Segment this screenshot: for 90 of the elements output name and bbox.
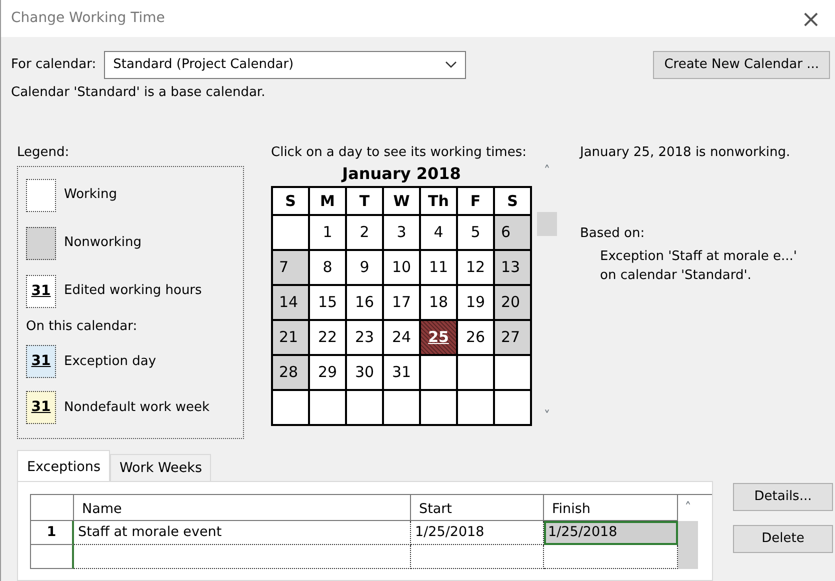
calendar-day[interactable] bbox=[495, 356, 532, 391]
calendar-day[interactable]: 12 bbox=[458, 251, 495, 286]
calendar-day[interactable]: 13 bbox=[495, 251, 532, 286]
calendar-day[interactable]: 22 bbox=[310, 321, 347, 356]
tab[interactable]: Work Weeks bbox=[110, 454, 211, 481]
calendar-day[interactable]: 31 bbox=[384, 356, 421, 391]
edited-hours-swatch: 31 bbox=[26, 274, 56, 308]
calendar-day[interactable]: 8 bbox=[310, 251, 347, 286]
calendar-day[interactable]: 7 bbox=[273, 251, 310, 286]
calendar-day[interactable] bbox=[273, 216, 310, 251]
legend-label: Nondefault work week bbox=[64, 398, 210, 417]
calendar-day[interactable]: 9 bbox=[347, 251, 384, 286]
calendar-day[interactable]: 25 bbox=[421, 321, 458, 356]
column-header: Start bbox=[411, 495, 544, 521]
table-cell[interactable] bbox=[74, 545, 411, 569]
exception-day-swatch: 31 bbox=[26, 345, 56, 378]
weekday-header: W bbox=[384, 188, 421, 216]
action-button[interactable]: Delete bbox=[733, 525, 833, 553]
calendar-dropdown[interactable]: Standard (Project Calendar) bbox=[104, 51, 466, 79]
calendar-day[interactable]: 27 bbox=[495, 321, 532, 356]
calendar-day[interactable]: 17 bbox=[384, 286, 421, 321]
weekday-header: T bbox=[347, 188, 384, 216]
calendar-day[interactable] bbox=[458, 391, 495, 426]
calendar-day[interactable] bbox=[384, 391, 421, 426]
calendar-day[interactable]: 23 bbox=[347, 321, 384, 356]
calendar-day[interactable]: 6 bbox=[495, 216, 532, 251]
calendar-day[interactable]: 29 bbox=[310, 356, 347, 391]
calendar-day[interactable]: 16 bbox=[347, 286, 384, 321]
table-cell[interactable] bbox=[411, 545, 544, 569]
based-on-detail: on calendar 'Standard'. bbox=[600, 267, 752, 285]
weekday-header: S bbox=[495, 188, 532, 216]
close-button[interactable]: × bbox=[794, 6, 827, 32]
table-cell[interactable]: 1/25/2018 bbox=[544, 521, 678, 545]
calendar-day[interactable] bbox=[421, 391, 458, 426]
action-button[interactable]: Details... bbox=[733, 483, 833, 511]
based-on-label: Based on: bbox=[580, 225, 646, 243]
weekday-header: Th bbox=[421, 188, 458, 216]
month-title: January 2018 bbox=[340, 163, 462, 185]
calendar-day[interactable]: 15 bbox=[310, 286, 347, 321]
calendar-day[interactable]: 4 bbox=[421, 216, 458, 251]
calendar-day[interactable] bbox=[458, 356, 495, 391]
nondefault-week-swatch: 31 bbox=[26, 391, 56, 424]
calendar-day[interactable]: 14 bbox=[273, 286, 310, 321]
weekday-header: S bbox=[273, 188, 310, 216]
calendar-day[interactable]: 20 bbox=[495, 286, 532, 321]
column-header: Name bbox=[74, 495, 411, 521]
table-cell[interactable]: Staff at morale event bbox=[74, 521, 411, 545]
legend-title: Legend: bbox=[17, 144, 70, 162]
legend-label: Working bbox=[64, 186, 118, 204]
tab[interactable]: Exceptions bbox=[17, 450, 110, 481]
create-calendar-button[interactable]: Create New Calendar ... bbox=[653, 51, 830, 79]
scroll-thumb[interactable] bbox=[537, 212, 557, 236]
calendar-day[interactable] bbox=[495, 391, 532, 426]
window-title: Change Working Time bbox=[11, 9, 165, 28]
legend-label: Edited working hours bbox=[64, 282, 202, 300]
row-header-cell bbox=[31, 545, 74, 569]
calendar-prompt: Click on a day to see its working times: bbox=[271, 144, 528, 162]
legend-label: Nonworking bbox=[64, 234, 142, 252]
calendar-day[interactable]: 28 bbox=[273, 356, 310, 391]
calendar-day[interactable]: 1 bbox=[310, 216, 347, 251]
calendar-day[interactable] bbox=[310, 391, 347, 426]
calendar-day[interactable]: 10 bbox=[384, 251, 421, 286]
calendar-day[interactable] bbox=[421, 356, 458, 391]
field-label: For calendar: bbox=[11, 56, 96, 74]
calendar-day[interactable] bbox=[273, 391, 310, 426]
calendar-day[interactable]: 24 bbox=[384, 321, 421, 356]
calendar-day[interactable]: 5 bbox=[458, 216, 495, 251]
scroll-down-button[interactable]: ˅ bbox=[544, 406, 550, 426]
nonworking-swatch bbox=[26, 226, 56, 260]
calendar-day[interactable]: 30 bbox=[347, 356, 384, 391]
working-swatch bbox=[26, 178, 56, 212]
legend-subtitle: On this calendar: bbox=[26, 318, 138, 336]
calendar-day[interactable]: 3 bbox=[384, 216, 421, 251]
day-status: January 25, 2018 is nonworking. bbox=[580, 144, 792, 162]
calendar-day[interactable]: 11 bbox=[421, 251, 458, 286]
weekday-header: M bbox=[310, 188, 347, 216]
weekday-header: F bbox=[458, 188, 495, 216]
row-number: 1 bbox=[31, 521, 74, 545]
legend-label: Exception day bbox=[64, 352, 156, 371]
scroll-up-button[interactable]: ˄ bbox=[544, 162, 550, 182]
based-on-detail: Exception 'Staff at morale e...' bbox=[600, 248, 797, 266]
calendar-day[interactable] bbox=[347, 391, 384, 426]
chevron-down-icon bbox=[445, 61, 458, 69]
calendar-day[interactable]: 2 bbox=[347, 216, 384, 251]
base-calendar-note: Calendar 'Standard' is a base calendar. bbox=[11, 84, 266, 102]
calendar-day[interactable]: 18 bbox=[421, 286, 458, 321]
calendar-day[interactable]: 26 bbox=[458, 321, 495, 356]
calendar-day[interactable]: 19 bbox=[458, 286, 495, 321]
column-header: Finish bbox=[544, 495, 678, 521]
calendar-day[interactable]: 21 bbox=[273, 321, 310, 356]
